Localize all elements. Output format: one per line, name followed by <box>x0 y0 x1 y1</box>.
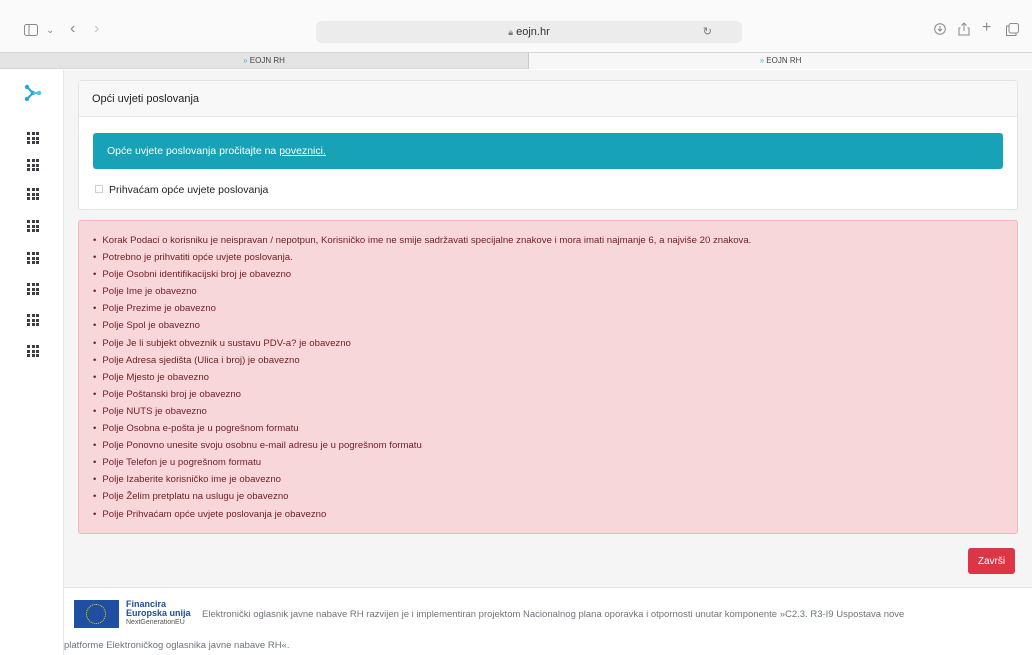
back-icon[interactable]: ‹ <box>70 21 75 37</box>
browser-toolbar: ⌄ ‹ › 🔒︎ eojn.hr ↻ + <box>0 0 1032 52</box>
footer: Financira Europska unija NextGenerationE… <box>64 587 1032 655</box>
sidebar-menu-icon[interactable] <box>27 252 39 264</box>
sidebar-menu-icon[interactable] <box>27 314 39 326</box>
error-item: Polje Osobna e-pošta je u pogrešnom form… <box>93 420 1005 437</box>
error-item: Polje Ime je obavezno <box>93 283 1005 300</box>
sidebar-menu-icon[interactable] <box>27 283 39 295</box>
favicon-icon: » <box>243 56 248 65</box>
funding-nextgen: NextGenerationEU <box>126 619 185 626</box>
funding-eu: Europska unija <box>126 608 191 618</box>
url-text: eojn.hr <box>516 26 550 38</box>
error-item: Polje Izaberite korisničko ime je obavez… <box>93 471 1005 488</box>
tab-overview-icon[interactable] <box>1006 23 1019 38</box>
lock-icon: 🔒︎ <box>508 27 514 37</box>
chevron-down-icon[interactable]: ⌄ <box>46 24 54 38</box>
accept-terms-checkbox[interactable] <box>95 185 103 194</box>
error-item: Polje NUTS je obavezno <box>93 403 1005 420</box>
browser-tab-active[interactable]: » EOJN RH <box>529 53 1032 69</box>
sidebar <box>0 70 64 655</box>
tab-label: EOJN RH <box>249 56 285 65</box>
terms-link[interactable]: poveznici. <box>279 145 326 157</box>
eojn-logo-icon[interactable] <box>24 84 42 107</box>
sidebar-menu-icon[interactable] <box>27 132 39 144</box>
forward-icon[interactable]: › <box>94 21 99 37</box>
sidebar-toggle-icon[interactable] <box>24 24 38 38</box>
browser-tab[interactable]: » EOJN RH <box>0 53 528 69</box>
tab-strip: » EOJN RH » EOJN RH <box>0 52 1032 69</box>
tab-label: EOJN RH <box>766 56 802 65</box>
accept-terms-label: Prihvaćam opće uvjete poslovanja <box>109 184 269 196</box>
url-bar[interactable]: 🔒︎ eojn.hr ↻ <box>316 21 742 43</box>
error-item: Polje Telefon je u pogrešnom formatu <box>93 454 1005 471</box>
reload-icon[interactable]: ↻ <box>703 21 712 43</box>
error-alert: Korak Podaci o korisniku je neispravan /… <box>78 220 1018 534</box>
share-icon[interactable] <box>958 22 970 38</box>
error-item: Potrebno je prihvatiti opće uvjete poslo… <box>93 249 1005 266</box>
error-item: Polje Je li subjekt obveznik u sustavu P… <box>93 335 1005 352</box>
error-item: Polje Osobni identifikacijski broj je ob… <box>93 266 1005 283</box>
error-item: Polje Mjesto je obavezno <box>93 369 1005 386</box>
accept-terms-row[interactable]: Prihvaćam opće uvjete poslovanja <box>95 183 268 197</box>
finish-button[interactable]: Završi <box>968 548 1015 574</box>
favicon-icon: » <box>759 56 765 65</box>
error-item: Polje Ponovno unesite svoju osobnu e-mai… <box>93 437 1005 454</box>
new-tab-icon[interactable]: + <box>982 20 991 36</box>
error-item: Polje Prezime je obavezno <box>93 300 1005 317</box>
terms-card: Opći uvjeti poslovanja Opće uvjete poslo… <box>78 80 1018 210</box>
sidebar-menu-icon[interactable] <box>27 345 39 357</box>
card-title: Opći uvjeti poslovanja <box>79 81 1017 117</box>
main-content: Opći uvjeti poslovanja Opće uvjete poslo… <box>64 70 1032 655</box>
error-item: Polje Želim pretplatu na uslugu je obave… <box>93 488 1005 505</box>
error-item: Polje Prihvaćam opće uvjete poslovanja j… <box>93 506 1005 523</box>
download-icon[interactable] <box>934 23 946 37</box>
error-item: Polje Poštanski broj je obavezno <box>93 386 1005 403</box>
footer-text-line1: Elektronički oglasnik javne nabave RH ra… <box>202 609 905 620</box>
sidebar-menu-icon[interactable] <box>27 220 39 232</box>
error-item: Polje Adresa sjedišta (Ulica i broj) je … <box>93 352 1005 369</box>
info-text: Opće uvjete poslovanja pročitajte na <box>107 145 277 157</box>
error-list: Korak Podaci o korisniku je neispravan /… <box>93 232 1005 523</box>
sidebar-menu-icon[interactable] <box>27 188 39 200</box>
error-item: Korak Podaci o korisniku je neispravan /… <box>93 232 1005 249</box>
error-item: Polje Spol je obavezno <box>93 317 1005 334</box>
eu-flag-icon <box>74 600 119 628</box>
info-banner: Opće uvjete poslovanja pročitajte na pov… <box>93 133 1003 169</box>
sidebar-menu-icon[interactable] <box>27 159 39 171</box>
footer-text-line2: platforme Elektroničkog oglasnika javne … <box>64 640 290 651</box>
